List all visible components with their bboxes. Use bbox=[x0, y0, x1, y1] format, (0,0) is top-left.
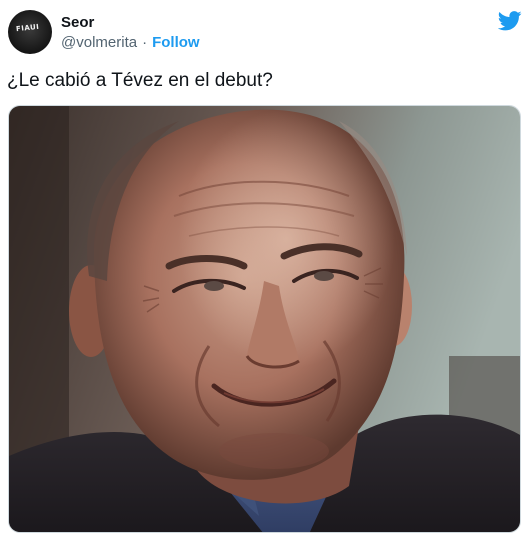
twitter-bird-icon[interactable] bbox=[498, 11, 522, 31]
tweet-photo[interactable] bbox=[8, 105, 521, 533]
avatar[interactable]: FIAUI bbox=[8, 10, 52, 54]
follow-button[interactable]: Follow bbox=[152, 34, 200, 51]
author-display-name[interactable]: Seor bbox=[61, 14, 94, 31]
avatar-text: FIAUI bbox=[15, 22, 40, 34]
photo-image bbox=[9, 106, 520, 532]
separator-dot: · bbox=[142, 34, 148, 51]
author-handle-line: @volmerita · Follow bbox=[61, 34, 200, 51]
tweet-card: FIAUI Seor @volmerita · Follow ¿Le cabió a… bbox=[0, 0, 531, 543]
tweet-text: ¿Le cabió a Tévez en el debut? bbox=[7, 70, 273, 91]
author-handle[interactable]: @volmerita bbox=[61, 34, 137, 51]
